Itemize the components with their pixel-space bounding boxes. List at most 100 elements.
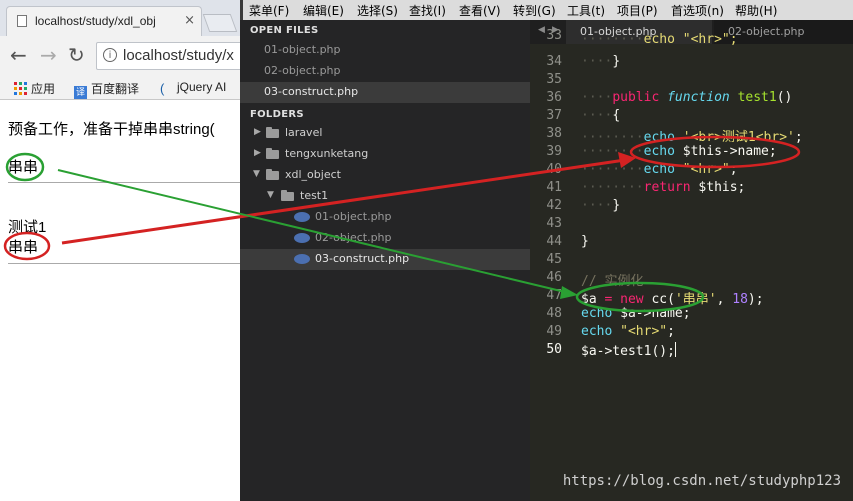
code-line: ········echo "<hr>"; bbox=[581, 162, 738, 177]
line-number: 49 bbox=[546, 324, 562, 339]
code-line: ····} bbox=[581, 198, 621, 213]
code-line: ····} bbox=[581, 54, 621, 69]
menu-selection[interactable]: 选择(S) bbox=[357, 2, 398, 19]
watermark: https://blog.csdn.net/studyphp123 bbox=[562, 473, 841, 489]
menu-find[interactable]: 查找(I) bbox=[409, 2, 446, 19]
menu-project[interactable]: 项目(P) bbox=[617, 2, 658, 19]
open-file-label: 01-object.php bbox=[264, 43, 341, 56]
expand-arrow-icon[interactable]: ▶ bbox=[254, 148, 261, 158]
line-number: 35 bbox=[546, 72, 562, 87]
php-file-icon bbox=[294, 212, 310, 222]
collapse-arrow-icon[interactable]: ▼ bbox=[253, 169, 260, 179]
bookmark-apps[interactable]: 应用 bbox=[14, 80, 55, 97]
line-number-current: 50 bbox=[546, 342, 562, 357]
code-line: echo $a->name; bbox=[581, 306, 691, 321]
browser-window: localhost/study/xdl_obj × ← → ↻ i localh… bbox=[0, 0, 240, 501]
page-text: 预备工作，准备干掉串串string( bbox=[8, 121, 215, 138]
page-text: 串串 bbox=[8, 159, 39, 176]
open-file-label: 03-construct.php bbox=[264, 85, 359, 98]
menu-goto[interactable]: 转到(G) bbox=[513, 2, 556, 19]
php-file-icon bbox=[294, 254, 310, 264]
back-icon[interactable]: ← bbox=[10, 44, 27, 66]
open-file-item-active[interactable]: 03-construct.php bbox=[240, 82, 530, 103]
code-line: // 实例化 bbox=[581, 274, 644, 289]
page-text: 串串 bbox=[8, 239, 39, 256]
forward-icon[interactable]: → bbox=[40, 44, 57, 66]
folder-open-icon bbox=[281, 190, 294, 201]
jquery-icon: ( bbox=[160, 81, 165, 96]
bookmark-label: jQuery AI bbox=[177, 80, 227, 94]
folder-item-tengxunketang[interactable]: ▶ tengxunketang bbox=[240, 144, 530, 165]
code-line: } bbox=[581, 234, 589, 249]
file-item[interactable]: 01-object.php bbox=[240, 207, 530, 228]
page-content: 预备工作，准备干掉串串string( 串串 测试1 串串 bbox=[0, 100, 240, 501]
line-number: 43 bbox=[546, 216, 562, 231]
file-item[interactable]: 02-object.php bbox=[240, 228, 530, 249]
line-number: 33 bbox=[546, 28, 562, 43]
line-number: 48 bbox=[546, 306, 562, 321]
line-number: 40 bbox=[546, 162, 562, 177]
bookmark-jquery[interactable]: ( jQuery AI bbox=[160, 80, 226, 95]
line-number: 41 bbox=[546, 180, 562, 195]
address-url: localhost/study/x bbox=[123, 47, 234, 64]
collapse-arrow-icon[interactable]: ▼ bbox=[267, 190, 274, 200]
browser-toolbar: ← → ↻ i localhost/study/x bbox=[0, 36, 240, 76]
menu-view[interactable]: 查看(V) bbox=[459, 2, 501, 19]
page-icon bbox=[17, 15, 27, 27]
info-icon[interactable]: i bbox=[103, 48, 117, 62]
editor-window: 菜单(F) 编辑(E) 选择(S) 查找(I) 查看(V) 转到(G) 工具(t… bbox=[240, 0, 853, 501]
apps-icon bbox=[14, 82, 27, 95]
line-number: 39 bbox=[546, 144, 562, 159]
menu-tools[interactable]: 工具(t) bbox=[567, 2, 605, 19]
address-bar[interactable]: i localhost/study/x bbox=[96, 42, 240, 70]
menu-file[interactable]: 菜单(F) bbox=[249, 2, 289, 19]
expand-arrow-icon[interactable]: ▶ bbox=[254, 127, 261, 137]
folder-item-test1[interactable]: ▼ test1 bbox=[240, 186, 530, 207]
page-text: 测试1 bbox=[8, 219, 47, 236]
code-line: ········return $this; bbox=[581, 180, 746, 195]
folder-label: xdl_object bbox=[285, 168, 341, 181]
code-line: ········echo "<hr>"; bbox=[581, 32, 738, 47]
code-line: $a = new cc('串串', 18); bbox=[581, 292, 764, 307]
open-file-label: 02-object.php bbox=[264, 64, 341, 77]
folder-icon bbox=[266, 127, 279, 138]
code-line: ····{ bbox=[581, 108, 621, 123]
bookmark-label: 应用 bbox=[31, 82, 56, 96]
folder-item-laravel[interactable]: ▶ laravel bbox=[240, 123, 530, 144]
bookmarks-bar: 应用 译百度翻译 ( jQuery AI bbox=[0, 76, 240, 100]
file-label: 01-object.php bbox=[315, 210, 392, 223]
code-line: ········echo $this->name; bbox=[581, 144, 777, 159]
line-number: 34 bbox=[546, 54, 562, 69]
menu-help[interactable]: 帮助(H) bbox=[735, 2, 777, 19]
text-cursor bbox=[674, 342, 676, 357]
folder-label: laravel bbox=[285, 126, 323, 139]
code-line: ····public function test1() bbox=[581, 90, 793, 105]
line-number: 45 bbox=[546, 252, 562, 267]
open-file-item[interactable]: 01-object.php bbox=[240, 40, 530, 61]
reload-icon[interactable]: ↻ bbox=[68, 44, 85, 66]
bookmark-baidu-translate[interactable]: 译百度翻译 bbox=[74, 80, 139, 99]
file-item-active[interactable]: 03-construct.php bbox=[240, 249, 530, 270]
code-line-current: $a->test1(); bbox=[581, 342, 676, 359]
open-file-item[interactable]: 02-object.php bbox=[240, 61, 530, 82]
line-number: 46 bbox=[546, 270, 562, 285]
browser-tab-title: localhost/study/xdl_obj bbox=[35, 14, 156, 28]
menu-preferences[interactable]: 首选项(n) bbox=[671, 2, 724, 19]
menu-edit[interactable]: 编辑(E) bbox=[303, 2, 344, 19]
code-line: echo "<hr>"; bbox=[581, 324, 675, 339]
folder-icon bbox=[266, 148, 279, 159]
folder-item-xdl-object[interactable]: ▼ xdl_object bbox=[240, 165, 530, 186]
browser-tab[interactable]: localhost/study/xdl_obj × bbox=[6, 6, 202, 36]
new-tab-button[interactable] bbox=[202, 14, 238, 32]
php-file-icon bbox=[294, 233, 310, 243]
menu-bar: 菜单(F) 编辑(E) 选择(S) 查找(I) 查看(V) 转到(G) 工具(t… bbox=[240, 0, 853, 20]
line-number: 36 bbox=[546, 90, 562, 105]
folder-open-icon bbox=[266, 169, 279, 180]
line-number: 37 bbox=[546, 108, 562, 123]
folders-header: FOLDERS bbox=[250, 109, 304, 120]
horizontal-rule bbox=[8, 182, 240, 183]
close-icon[interactable]: × bbox=[184, 13, 195, 28]
line-number: 38 bbox=[546, 126, 562, 141]
translate-icon: 译 bbox=[74, 86, 87, 99]
code-editor[interactable]: 33 34 35 36 37 38 39 40 41 42 43 44 45 4… bbox=[530, 28, 853, 501]
